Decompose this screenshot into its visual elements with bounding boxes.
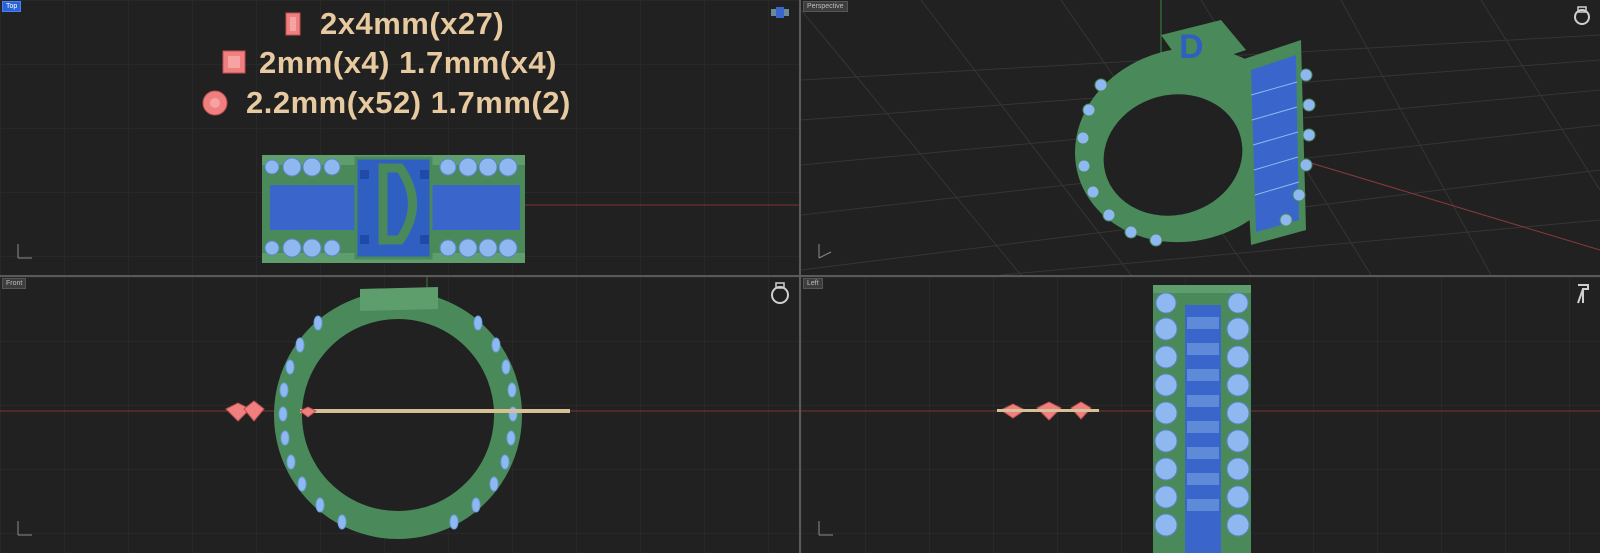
ring-front-icon[interactable] [769,281,791,305]
perspective-viewport[interactable]: D Perspective [801,0,1600,275]
viewport-divider-horizontal[interactable] [0,275,1600,277]
viewport-label-top[interactable]: Top [2,1,22,12]
legend-item-round: 2.2mm(x52) 1.7mm(2) [202,85,571,121]
x-axis-line [1300,159,1600,251]
round-gem-icon [202,90,228,116]
legend-text-round: 2.2mm(x52) 1.7mm(2) [246,85,571,120]
viewport-label-perspective[interactable]: Perspective [803,1,848,12]
left-viewport[interactable]: Left [801,277,1600,553]
perspective-viewport-scene[interactable]: D [801,0,1600,275]
legend-item-baguette: 2x4mm(x27) [282,6,504,42]
ring-perspective-icon[interactable] [1572,4,1592,26]
front-viewport[interactable]: Front [0,277,799,553]
axis-gizmo [818,244,832,259]
legend-item-princess: 2mm(x4) 1.7mm(x4) [221,45,557,81]
legend-text-edge [300,409,570,413]
top-viewport[interactable]: Top 2x4mm(x27) 2mm(x4) 1.7mm(x4) 2.2mm(x… [0,0,799,275]
front-viewport-scene[interactable] [0,277,799,553]
viewport-label-front[interactable]: Front [2,278,27,289]
ring-side-icon[interactable] [1574,281,1592,305]
ring-top-model [262,155,525,263]
ring-top-icon[interactable] [769,4,791,20]
ring-side-model [1153,285,1251,553]
svg-text:D: D [1179,28,1204,66]
viewport-label-left[interactable]: Left [803,278,823,289]
ring-perspective-model: D [1074,20,1316,247]
legend-text-baguette: 2x4mm(x27) [320,6,505,41]
baguette-gem-icon [285,12,301,36]
princess-gem-icon [222,50,246,74]
legend-text-princess: 2mm(x4) 1.7mm(x4) [259,45,557,80]
left-viewport-scene[interactable] [801,277,1600,553]
